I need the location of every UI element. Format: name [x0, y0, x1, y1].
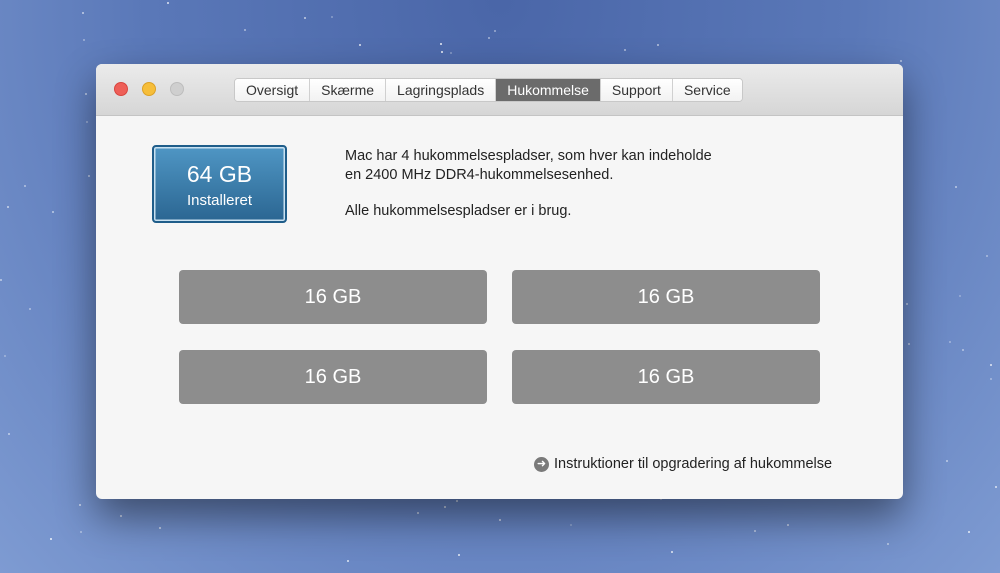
- memory-slot: 16 GB: [512, 270, 820, 324]
- star: [86, 120, 89, 123]
- star: [120, 515, 123, 518]
- star: [441, 51, 444, 54]
- zoom-button[interactable]: [170, 82, 184, 96]
- star: [670, 550, 673, 553]
- tab-bar: Oversigt Skærme Lagringsplads Hukommelse…: [234, 78, 743, 102]
- tab-lagringsplads[interactable]: Lagringsplads: [386, 79, 497, 101]
- star: [900, 60, 903, 63]
- description-line-1: Mac har 4 hukommelsespladser, som hver k…: [345, 148, 712, 164]
- star: [990, 377, 993, 380]
- star: [28, 307, 31, 310]
- star: [968, 531, 971, 534]
- star: [945, 459, 948, 462]
- star: [456, 499, 459, 502]
- tab-service[interactable]: Service: [672, 79, 742, 101]
- star: [440, 43, 443, 46]
- tab-hukommelse[interactable]: Hukommelse: [496, 79, 601, 101]
- star: [959, 294, 962, 297]
- star: [907, 343, 910, 346]
- upgrade-instructions-label: Instruktioner til opgradering af hukomme…: [554, 456, 833, 472]
- star: [994, 486, 997, 489]
- star: [570, 523, 573, 526]
- memory-slot: 16 GB: [179, 270, 487, 324]
- arrow-right-circle-icon: ➜: [534, 456, 549, 472]
- star: [3, 355, 6, 358]
- star: [51, 211, 54, 214]
- star: [0, 279, 3, 282]
- star: [624, 49, 626, 52]
- star: [787, 524, 790, 527]
- star: [444, 505, 446, 508]
- star: [78, 503, 81, 506]
- star: [159, 527, 162, 530]
- star: [88, 174, 91, 177]
- installed-memory-badge: 64 GB Installeret: [152, 145, 287, 223]
- star: [961, 349, 964, 352]
- star: [79, 530, 82, 533]
- star: [906, 302, 909, 305]
- tab-skaerme[interactable]: Skærme: [310, 79, 387, 101]
- star: [886, 543, 889, 546]
- star: [8, 433, 11, 436]
- star: [450, 51, 453, 54]
- star: [243, 29, 246, 32]
- installed-memory-label: Installeret: [186, 192, 253, 209]
- memory-slot: 16 GB: [512, 350, 820, 404]
- title-bar: Oversigt Skærme Lagringsplads Hukommelse…: [96, 64, 903, 116]
- star: [488, 36, 491, 39]
- star: [81, 12, 84, 15]
- star: [955, 186, 958, 189]
- about-this-mac-window: Oversigt Skærme Lagringsplads Hukommelse…: [96, 64, 903, 499]
- star: [948, 341, 951, 344]
- installed-memory-value: 64 GB: [186, 161, 253, 187]
- star: [167, 1, 170, 4]
- star: [753, 529, 756, 532]
- star: [85, 93, 88, 96]
- star: [417, 512, 420, 515]
- description-line-2: en 2400 MHz DDR4-hukommelsesenhed.: [345, 167, 614, 183]
- star: [657, 43, 660, 46]
- tab-support[interactable]: Support: [600, 79, 673, 101]
- star: [82, 39, 85, 42]
- star: [346, 560, 349, 563]
- star: [330, 15, 333, 18]
- star: [359, 44, 362, 47]
- upgrade-instructions-link[interactable]: ➜ Instruktioner til opgradering af hukom…: [534, 456, 832, 472]
- memory-description: Mac har 4 hukommelsespladser, som hver k…: [345, 147, 712, 221]
- slots-status: Alle hukommelsespladser er i brug.: [345, 203, 572, 219]
- star: [494, 29, 497, 32]
- star: [985, 255, 988, 258]
- tab-oversigt[interactable]: Oversigt: [235, 79, 311, 101]
- star: [458, 554, 461, 557]
- star: [498, 519, 501, 522]
- minimize-button[interactable]: [142, 82, 156, 96]
- star: [304, 16, 307, 19]
- star: [989, 363, 992, 366]
- star: [24, 185, 27, 188]
- close-button[interactable]: [114, 82, 128, 96]
- star: [7, 206, 9, 209]
- star: [50, 538, 53, 541]
- memory-slot: 16 GB: [179, 350, 487, 404]
